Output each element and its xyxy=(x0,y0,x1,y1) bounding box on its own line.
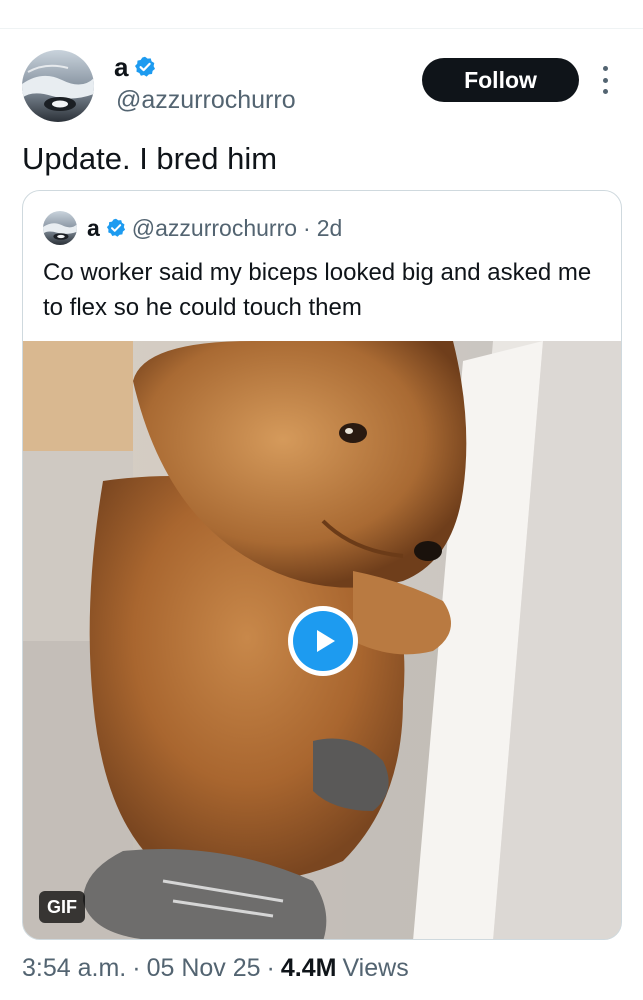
quoted-tweet-card[interactable]: a @azzurrochurro · 2d Co worker said my … xyxy=(22,190,622,940)
quoted-tweet-text: Co worker said my biceps looked big and … xyxy=(43,259,592,321)
play-button[interactable] xyxy=(288,606,358,676)
tweet-text: Update. I bred him xyxy=(22,141,278,176)
play-icon xyxy=(317,630,335,652)
tweet-meta: 3:54 a.m. · 05 Nov 25 · 4.4M Views xyxy=(22,954,409,983)
views-label: Views xyxy=(342,954,409,982)
quoted-author-avatar[interactable] xyxy=(43,211,77,245)
quoted-tweet-header: a @azzurrochurro · 2d xyxy=(43,211,342,245)
avatar-image xyxy=(43,211,77,245)
tweet-time[interactable]: 3:54 a.m. xyxy=(22,954,126,983)
author-avatar[interactable] xyxy=(22,50,94,122)
views-count[interactable]: 4.4M xyxy=(281,954,337,983)
author-name-row[interactable]: a xyxy=(114,54,156,80)
verified-badge-icon xyxy=(106,218,125,237)
quoted-author-handle: @azzurrochurro xyxy=(131,214,298,241)
separator-dot: · xyxy=(266,954,275,982)
top-divider xyxy=(0,28,643,29)
follow-button[interactable]: Follow xyxy=(422,58,579,102)
gif-badge: GIF xyxy=(39,891,85,923)
quoted-author-display-name: a xyxy=(87,214,100,241)
quoted-tweet-age: 2d xyxy=(316,214,343,241)
separator-dot: · xyxy=(303,214,311,241)
play-button-fill xyxy=(293,611,353,671)
avatar-image xyxy=(22,50,94,122)
author-handle[interactable]: @azzurrochurro xyxy=(116,86,296,115)
verified-badge-icon xyxy=(135,56,156,77)
separator-dot: · xyxy=(132,954,141,982)
gif-media[interactable]: GIF xyxy=(23,341,621,939)
author-display-name[interactable]: a xyxy=(114,54,128,80)
tweet-date[interactable]: 05 Nov 25 xyxy=(147,954,261,983)
more-options-icon[interactable] xyxy=(598,66,612,94)
